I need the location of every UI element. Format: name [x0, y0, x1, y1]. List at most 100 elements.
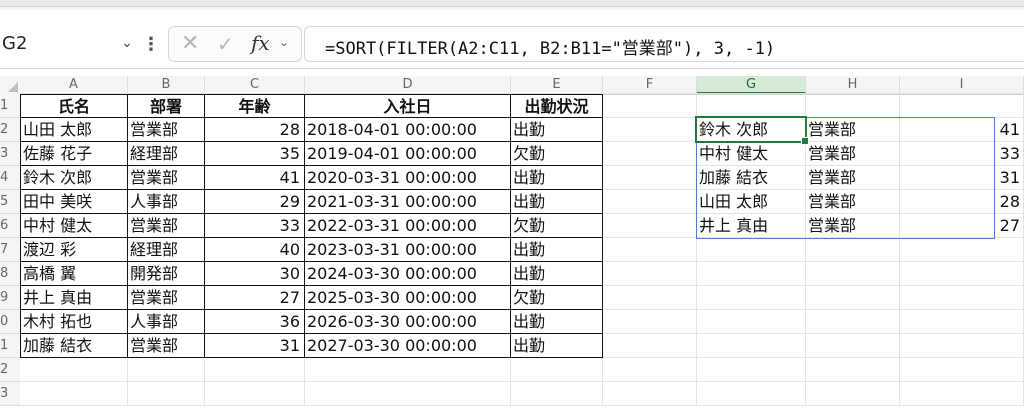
table-header-cell[interactable]: 年齢 — [205, 94, 305, 118]
table-cell[interactable]: 2023-03-31 00:00:00 — [305, 238, 511, 262]
insert-function-button[interactable]: fx — [251, 31, 270, 55]
spill-cell[interactable]: 41 — [900, 118, 1024, 142]
table-cell[interactable]: 高橋 翼 — [20, 262, 128, 286]
spill-cell[interactable]: 28 — [900, 190, 1024, 214]
table-cell[interactable]: 出勤 — [511, 118, 603, 142]
table-cell[interactable]: 人事部 — [128, 310, 205, 334]
table-cell[interactable]: 鈴木 次郎 — [20, 166, 128, 190]
table-cell[interactable]: 27 — [205, 286, 305, 310]
row-header[interactable]: 7 — [0, 238, 20, 262]
table-cell[interactable]: 2024-03-30 00:00:00 — [305, 262, 511, 286]
table-cell[interactable]: 経理部 — [128, 238, 205, 262]
spill-cell[interactable]: 営業部 — [806, 142, 900, 166]
table-cell[interactable]: 渡辺 彩 — [20, 238, 128, 262]
table-cell[interactable]: 2025-03-30 00:00:00 — [305, 286, 511, 310]
table-cell[interactable]: 出勤 — [511, 334, 603, 358]
formula-input[interactable]: =SORT(FILTER(A2:C11, B2:B11="営業部"), 3, -… — [304, 26, 1024, 62]
row-header[interactable]: 5 — [0, 190, 20, 214]
chevron-down-icon[interactable]: ⌄ — [279, 35, 289, 49]
table-cell[interactable]: 出勤 — [511, 310, 603, 334]
select-all-corner[interactable] — [0, 76, 20, 94]
column-header-i[interactable]: I — [900, 76, 1024, 94]
table-cell[interactable]: 41 — [205, 166, 305, 190]
worksheet-grid[interactable]: ABCDEFGHI 1 2 3 4 5 6 7 8 9 0 1 2 3 氏名 部署 年齢 入社日 出勤状況 山田 太… — [0, 76, 1024, 418]
table-cell[interactable]: 営業部 — [128, 214, 205, 238]
table-cell[interactable]: 田中 美咲 — [20, 190, 128, 214]
column-header-a[interactable]: A — [20, 76, 128, 94]
row-header[interactable]: 2 — [0, 118, 20, 142]
chevron-down-icon[interactable]: ⌄ — [118, 34, 136, 52]
table-cell[interactable]: 出勤 — [511, 238, 603, 262]
column-header-c[interactable]: C — [205, 76, 305, 94]
table-cell[interactable]: 佐藤 花子 — [20, 142, 128, 166]
table-cell[interactable]: 営業部 — [128, 334, 205, 358]
table-cell[interactable]: 山田 太郎 — [20, 118, 128, 142]
spill-cell[interactable]: 鈴木 次郎 — [697, 118, 806, 142]
table-cell[interactable]: 35 — [205, 142, 305, 166]
name-box[interactable]: G2 ⌄ — [0, 26, 140, 60]
column-header-b[interactable]: B — [128, 76, 205, 94]
row-header[interactable]: 2 — [0, 358, 20, 382]
table-cell[interactable]: 欠勤 — [511, 214, 603, 238]
spill-cell[interactable]: 31 — [900, 166, 1024, 190]
column-header-g[interactable]: G — [697, 76, 806, 94]
table-cell[interactable]: 30 — [205, 262, 305, 286]
table-cell[interactable]: 出勤 — [511, 262, 603, 286]
row-header[interactable]: 3 — [0, 382, 20, 406]
table-cell[interactable]: 31 — [205, 334, 305, 358]
table-cell[interactable]: 営業部 — [128, 166, 205, 190]
spill-cell[interactable]: 33 — [900, 142, 1024, 166]
table-cell[interactable]: 井上 真由 — [20, 286, 128, 310]
row-header[interactable]: 1 — [0, 94, 20, 118]
table-cell[interactable]: 2027-03-30 00:00:00 — [305, 334, 511, 358]
table-header-cell[interactable]: 部署 — [128, 94, 205, 118]
column-header-d[interactable]: D — [305, 76, 511, 94]
table-cell[interactable]: 営業部 — [128, 286, 205, 310]
column-header-f[interactable]: F — [603, 76, 697, 94]
table-cell[interactable]: 開発部 — [128, 262, 205, 286]
confirm-icon[interactable]: ✓ — [217, 32, 234, 56]
spill-cell[interactable]: 井上 真由 — [697, 214, 806, 238]
table-cell[interactable]: 欠勤 — [511, 142, 603, 166]
table-cell[interactable]: 出勤 — [511, 166, 603, 190]
spill-cell[interactable]: 加藤 結衣 — [697, 166, 806, 190]
table-header-cell[interactable]: 氏名 — [20, 94, 128, 118]
table-cell[interactable]: 欠勤 — [511, 286, 603, 310]
more-options-icon[interactable]: ⋮ — [142, 34, 160, 55]
table-cell[interactable]: 加藤 結衣 — [20, 334, 128, 358]
table-cell[interactable]: 営業部 — [128, 118, 205, 142]
spill-cell[interactable]: 中村 健太 — [697, 142, 806, 166]
row-header[interactable]: 9 — [0, 286, 20, 310]
table-cell[interactable]: 人事部 — [128, 190, 205, 214]
table-cell[interactable]: 2018-04-01 00:00:00 — [305, 118, 511, 142]
row-header[interactable]: 0 — [0, 310, 20, 334]
row-header[interactable]: 1 — [0, 334, 20, 358]
spill-cell[interactable]: 営業部 — [806, 118, 900, 142]
table-cell[interactable]: 29 — [205, 190, 305, 214]
row-header[interactable]: 8 — [0, 262, 20, 286]
row-header[interactable]: 6 — [0, 214, 20, 238]
table-cell[interactable]: 2022-03-31 00:00:00 — [305, 214, 511, 238]
table-cell[interactable]: 2021-03-31 00:00:00 — [305, 190, 511, 214]
table-header-cell[interactable]: 出勤状況 — [511, 94, 603, 118]
spill-cell[interactable]: 営業部 — [806, 214, 900, 238]
column-header-e[interactable]: E — [511, 76, 603, 94]
table-cell[interactable]: 木村 拓也 — [20, 310, 128, 334]
column-header-h[interactable]: H — [806, 76, 900, 94]
table-cell[interactable]: 中村 健太 — [20, 214, 128, 238]
table-cell[interactable]: 経理部 — [128, 142, 205, 166]
table-cell[interactable]: 2026-03-30 00:00:00 — [305, 310, 511, 334]
table-cell[interactable]: 40 — [205, 238, 305, 262]
table-cell[interactable]: 33 — [205, 214, 305, 238]
spill-cell[interactable]: 27 — [900, 214, 1024, 238]
row-header[interactable]: 4 — [0, 166, 20, 190]
spill-cell[interactable]: 営業部 — [806, 166, 900, 190]
table-cell[interactable]: 36 — [205, 310, 305, 334]
table-cell[interactable]: 出勤 — [511, 190, 603, 214]
cancel-icon[interactable]: ✕ — [181, 31, 199, 56]
table-cell[interactable]: 2019-04-01 00:00:00 — [305, 142, 511, 166]
row-header[interactable]: 3 — [0, 142, 20, 166]
spill-cell[interactable]: 営業部 — [806, 190, 900, 214]
table-cell[interactable]: 28 — [205, 118, 305, 142]
table-cell[interactable]: 2020-03-31 00:00:00 — [305, 166, 511, 190]
